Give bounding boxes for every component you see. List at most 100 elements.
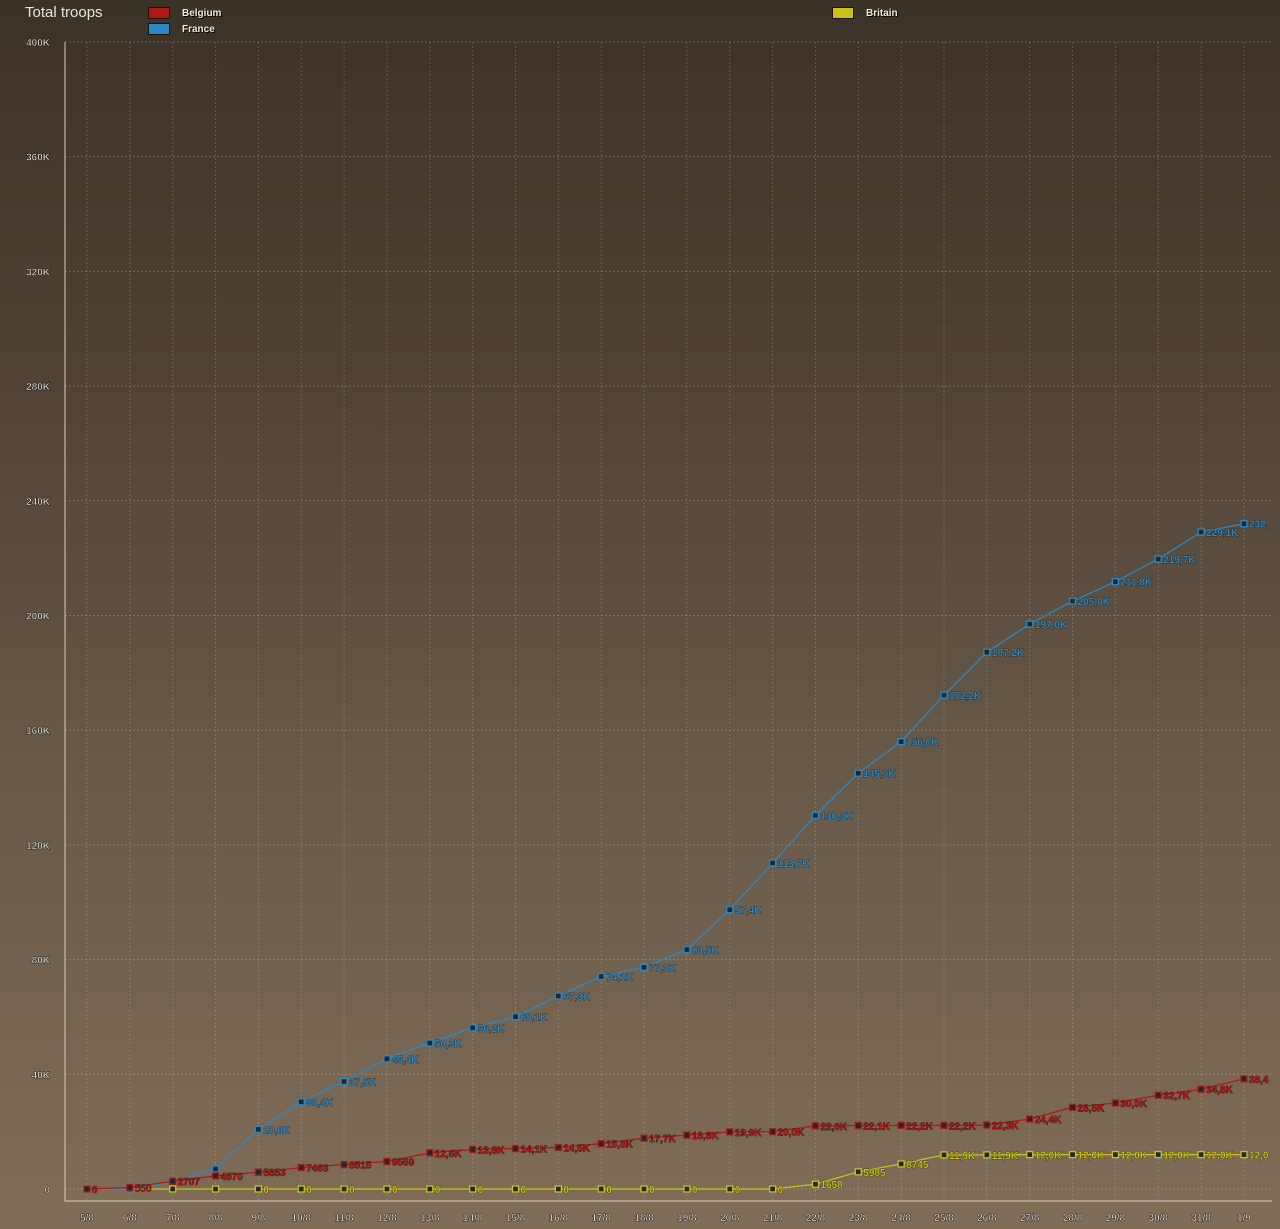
data-point-britain — [511, 1185, 520, 1193]
data-label-britain: 1658 — [820, 1180, 843, 1191]
data-label-france: 229,1K — [1206, 528, 1239, 539]
x-tick-label: 6/8 — [123, 1213, 137, 1224]
data-point-belgium — [683, 1131, 691, 1139]
data-label-britain: 8745 — [906, 1160, 929, 1171]
data-label-belgium: 22,0K — [820, 1122, 847, 1133]
data-label-britain: 0 — [735, 1185, 741, 1196]
data-label-france: 211,8K — [1120, 578, 1152, 589]
y-tick-label: 80K — [32, 956, 51, 967]
data-label-britain: 11,9K — [949, 1151, 976, 1162]
data-point-belgium — [854, 1121, 862, 1130]
data-label-belgium: 18,8K — [692, 1131, 719, 1142]
data-label-belgium: 9569 — [392, 1158, 415, 1169]
data-point-britain — [297, 1185, 305, 1193]
data-point-belgium — [254, 1168, 263, 1176]
data-point-belgium — [211, 1172, 220, 1180]
data-point-britain — [940, 1151, 948, 1159]
data-label-france: 60,1K — [521, 1013, 548, 1024]
data-point-belgium — [1240, 1075, 1248, 1083]
x-tick-label: 10/8 — [292, 1213, 312, 1224]
data-label-belgium: 38,4 — [1249, 1075, 1269, 1086]
data-point-britain — [1197, 1150, 1205, 1159]
data-label-britain: 0 — [649, 1185, 655, 1196]
data-label-france: 232, — [1249, 520, 1269, 531]
data-label-britain: 12,0K — [1120, 1151, 1147, 1162]
data-point-belgium — [297, 1163, 305, 1172]
y-tick-label: 120K — [26, 841, 51, 852]
data-point-belgium — [983, 1121, 991, 1129]
data-label-britain: 0 — [478, 1185, 484, 1196]
data-label-belgium: 22,2K — [906, 1121, 933, 1132]
data-point-belgium — [1197, 1085, 1205, 1093]
x-tick-label: 8/8 — [209, 1213, 223, 1224]
x-tick-label: 23/8 — [849, 1213, 869, 1224]
data-label-belgium: 12,6K — [435, 1149, 462, 1160]
data-point-france — [254, 1125, 263, 1134]
y-tick-label: 200K — [26, 612, 51, 623]
data-label-france: 77,3K — [649, 963, 676, 974]
data-point-france — [897, 738, 905, 746]
data-label-britain: 5985 — [863, 1168, 886, 1179]
data-point-britain — [983, 1151, 991, 1159]
x-tick-label: 11/8 — [335, 1213, 354, 1224]
data-point-britain — [768, 1185, 777, 1193]
data-label-france: 156,0K — [906, 738, 939, 749]
data-point-britain — [854, 1168, 862, 1176]
x-tick-label: 30/8 — [1149, 1213, 1169, 1224]
data-point-france — [811, 811, 820, 820]
y-tick-label: 40K — [32, 1070, 51, 1081]
x-tick-label: 27/8 — [1020, 1213, 1040, 1224]
data-point-france — [297, 1098, 305, 1106]
data-label-belgium: 5853 — [263, 1168, 286, 1179]
data-label-france: 187,2K — [992, 648, 1025, 659]
y-tick-label: 280K — [26, 382, 51, 393]
x-tick-label: 17/8 — [591, 1213, 611, 1224]
data-point-britain — [468, 1185, 477, 1193]
data-label-france: 219,7K — [1163, 555, 1196, 566]
data-label-belgium: 8515 — [349, 1161, 372, 1172]
data-label-france: 205,0K — [1078, 597, 1111, 608]
data-label-belgium: 14,1K — [521, 1145, 548, 1156]
chart-area: Total troops Belgium France Britain 0 40K… — [0, 0, 1280, 1229]
x-tick-label: 16/8 — [549, 1213, 569, 1224]
data-point-france — [1068, 597, 1077, 605]
data-point-britain — [726, 1185, 734, 1193]
data-label-belgium: 28,5K — [1078, 1103, 1105, 1114]
data-point-france — [426, 1039, 434, 1047]
data-label-france: 20,8K — [263, 1125, 290, 1136]
data-point-belgium — [511, 1144, 520, 1153]
data-label-britain: 0 — [349, 1185, 355, 1196]
data-point-belgium — [169, 1177, 177, 1185]
x-tick-label: 12/8 — [377, 1213, 397, 1224]
data-point-belgium — [940, 1121, 948, 1129]
data-point-britain — [811, 1180, 820, 1188]
x-tick-label: 22/8 — [806, 1213, 826, 1224]
data-label-belgium: 4570 — [221, 1172, 244, 1183]
data-point-france — [340, 1077, 348, 1086]
x-tick-label: 7/8 — [166, 1213, 180, 1224]
y-tick-label: 160K — [26, 726, 51, 737]
data-point-belgium — [554, 1143, 562, 1152]
data-label-france: 50,9K — [435, 1039, 462, 1050]
data-point-belgium — [1154, 1091, 1162, 1099]
y-tick-label: 400K — [26, 38, 51, 49]
x-tick-label: 15/8 — [506, 1213, 526, 1224]
data-label-belgium: 22,3K — [992, 1121, 1019, 1132]
data-point-britain — [169, 1185, 177, 1193]
data-label-belgium: 34,8K — [1206, 1085, 1233, 1096]
data-point-france — [383, 1055, 391, 1063]
data-label-france: 30,4K — [306, 1098, 333, 1109]
data-point-france — [511, 1013, 520, 1021]
data-point-france — [726, 906, 734, 914]
data-point-belgium — [426, 1149, 434, 1157]
data-label-belgium: 30,0K — [1120, 1099, 1147, 1110]
data-point-britain — [211, 1185, 220, 1193]
data-label-belgium: 19,9K — [735, 1128, 762, 1139]
data-label-france: 83,5K — [692, 946, 719, 957]
data-point-britain — [383, 1185, 391, 1193]
data-label-belgium: 2707 — [178, 1177, 201, 1188]
data-point-britain — [597, 1185, 605, 1193]
data-point-france — [211, 1165, 220, 1173]
data-label-britain: 0 — [778, 1185, 784, 1196]
series-line-france — [87, 523, 1245, 1190]
